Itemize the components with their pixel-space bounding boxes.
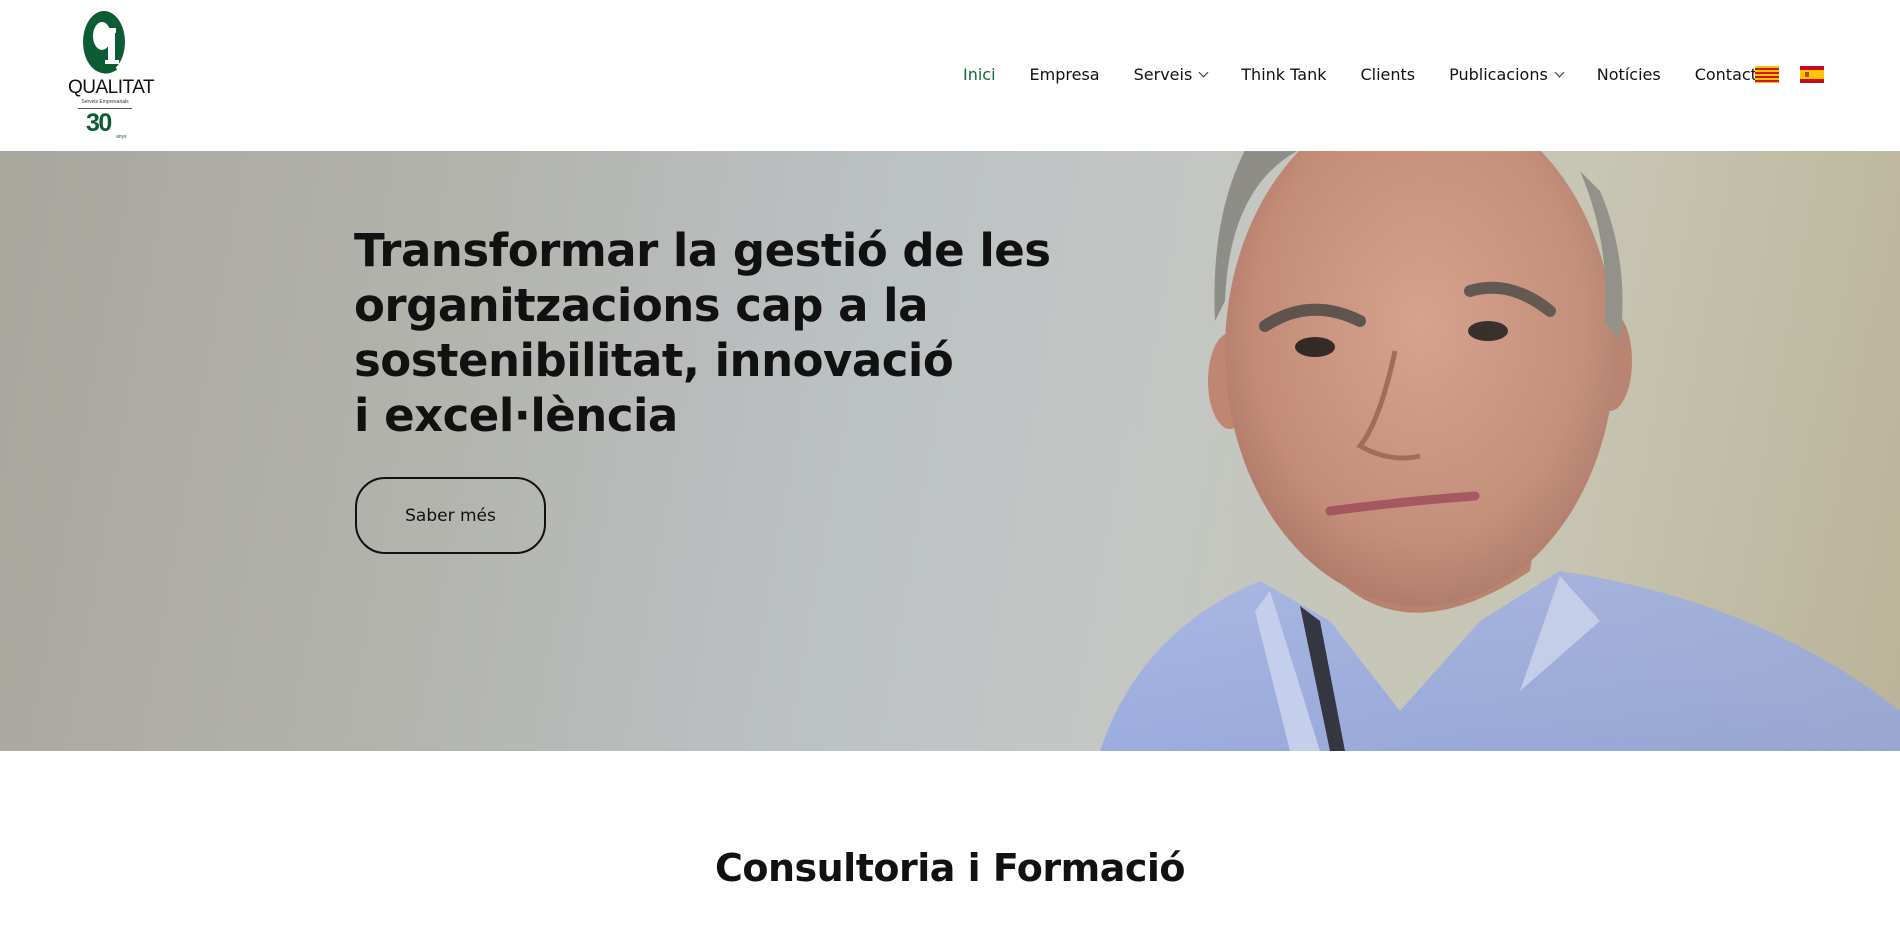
hero-title-line: organitzacions cap a la [354, 279, 928, 332]
logo-mark-icon [83, 11, 125, 74]
nav-item-label: Notícies [1596, 65, 1661, 84]
logo-anniversary: 30 [86, 109, 112, 137]
nav-item-serveis[interactable]: Serveis [1133, 64, 1209, 86]
hero-title-line: sostenibilitat, innovació [354, 334, 954, 387]
logo-brand-text: QUALITAT [68, 77, 155, 98]
company-logo[interactable]: QUALITAT Serveis Empresarials 30 anys [68, 10, 155, 142]
hero-title-line: Transformar la gestió de les [354, 224, 1051, 277]
nav-item-clients[interactable]: Clients [1360, 64, 1415, 86]
saber-mes-button[interactable]: Saber més [355, 477, 546, 554]
nav-item-think-tank[interactable]: Think Tank [1241, 64, 1326, 86]
hero-banner: Transformar la gestió de les organitzaci… [0, 151, 1900, 751]
section-title: Consultoria i Formació [714, 846, 1186, 890]
hero-title: Transformar la gestió de les organitzaci… [354, 223, 1054, 443]
chevron-down-icon [1198, 67, 1209, 78]
nav-item-inici[interactable]: Inici [963, 64, 996, 86]
main-navigation: Inici Empresa Serveis Think Tank Clients… [963, 64, 1767, 86]
nav-item-label: Think Tank [1241, 65, 1327, 84]
nav-item-noticies[interactable]: Notícies [1597, 64, 1661, 86]
nav-item-label: Publicacions [1449, 65, 1548, 84]
nav-item-label: Empresa [1029, 65, 1100, 84]
nav-item-label: Inici [963, 65, 996, 84]
chevron-down-icon [1554, 67, 1565, 78]
nav-item-label: Clients [1360, 65, 1416, 84]
nav-item-publicacions[interactable]: Publicacions [1449, 64, 1565, 86]
flag-catalonia-icon[interactable] [1755, 66, 1779, 83]
site-header: QUALITAT Serveis Empresarials 30 anys In… [0, 0, 1900, 151]
logo-anniversary-suffix: anys [116, 134, 127, 140]
nav-item-label: Serveis [1133, 65, 1193, 84]
flag-spain-icon[interactable] [1800, 66, 1824, 83]
hero-title-line: i excel·lència [354, 389, 678, 442]
nav-item-empresa[interactable]: Empresa [1030, 64, 1100, 86]
logo-tagline: Serveis Empresarials [81, 99, 129, 105]
